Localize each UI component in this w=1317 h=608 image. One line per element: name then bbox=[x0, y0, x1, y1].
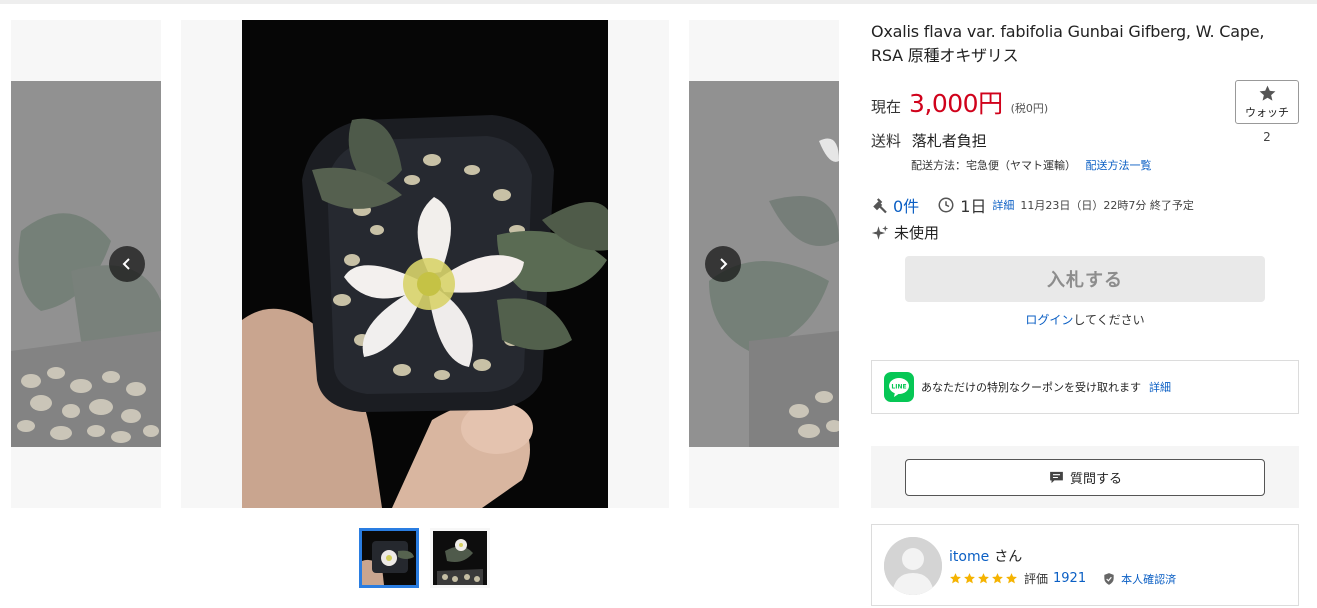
line-coupon-text: あなただけの特別なクーポンを受け取れます bbox=[921, 381, 1141, 394]
chevron-left-icon bbox=[122, 258, 130, 270]
line-coupon-detail-link[interactable]: 詳細 bbox=[1149, 379, 1171, 395]
rating-star-icon bbox=[992, 573, 1003, 584]
shipping-label: 送料 bbox=[871, 132, 902, 150]
line-coupon-banner[interactable]: LINE あなただけの特別なクーポンを受け取れます 詳細 bbox=[871, 360, 1299, 414]
shipping-method-text: 配送方法：宅急便（ヤマト運輸） bbox=[911, 159, 1076, 172]
rating-star-icon bbox=[978, 573, 989, 584]
bid-button[interactable]: 入札する bbox=[905, 256, 1265, 302]
shield-check-icon bbox=[1104, 572, 1114, 585]
time-left: 1日 bbox=[960, 197, 987, 216]
login-prompt: ログインしてください bbox=[871, 311, 1299, 328]
clock-icon bbox=[938, 197, 954, 213]
star-icon bbox=[1259, 85, 1275, 101]
seller-avatar[interactable] bbox=[884, 537, 942, 595]
watch-button[interactable]: ウォッチ bbox=[1235, 80, 1299, 124]
ask-question-button[interactable]: 質問する bbox=[905, 459, 1265, 496]
watch-count: 2 bbox=[1263, 130, 1271, 144]
end-time-detail-link[interactable]: 詳細 bbox=[992, 197, 1014, 213]
end-time-text: 11月23日（日）22時7分 終了予定 bbox=[1020, 199, 1194, 212]
ask-question-label: 質問する bbox=[1069, 472, 1122, 487]
current-price: 3,000円 bbox=[909, 89, 1003, 118]
gallery-slide-current[interactable] bbox=[181, 20, 669, 508]
main-product-photo bbox=[242, 20, 608, 508]
shipping-method-link[interactable]: 配送方法一覧 bbox=[1086, 159, 1152, 172]
rating-star-icon bbox=[950, 573, 961, 584]
seller-name-row: itome さん bbox=[949, 546, 1022, 566]
gavel-icon bbox=[873, 198, 887, 214]
chat-bubble-icon bbox=[1050, 471, 1063, 484]
question-section: 質問する bbox=[871, 446, 1299, 508]
seller-honorific: さん bbox=[994, 549, 1023, 565]
rating-star-icon bbox=[1006, 573, 1017, 584]
login-suffix: してください bbox=[1073, 313, 1145, 327]
thumbnail-1[interactable] bbox=[359, 528, 419, 588]
line-logo-icon: LINE bbox=[884, 372, 914, 402]
watch-label: ウォッチ bbox=[1245, 106, 1289, 119]
rating-star-icon bbox=[964, 573, 975, 584]
shipping-value: 落札者負担 bbox=[911, 132, 987, 150]
auction-stats-row: 0件 1日 詳細 11月23日（日）22時7分 終了予定 bbox=[871, 193, 1194, 217]
gallery-thumbnails bbox=[359, 528, 490, 588]
seller-card: itome さん 評価 1921 本人確認済 bbox=[871, 524, 1299, 606]
price-tax: (税0円) bbox=[1010, 102, 1049, 115]
price-label: 現在 bbox=[871, 98, 902, 116]
top-divider bbox=[0, 0, 1317, 4]
chevron-right-icon bbox=[720, 258, 728, 270]
shipping-row: 送料 落札者負担 bbox=[871, 130, 987, 151]
seller-name-link[interactable]: itome bbox=[949, 549, 989, 565]
item-title: Oxalis flava var. fabifolia Gunbai Gifbe… bbox=[871, 22, 1265, 65]
rating-label: 評価 bbox=[1024, 572, 1049, 586]
gallery-prev-button[interactable] bbox=[109, 246, 145, 282]
price-row: 現在 3,000円 (税0円) bbox=[871, 84, 1048, 120]
identity-verified-badge[interactable]: 本人確認済 bbox=[1102, 571, 1176, 587]
shipping-method: 配送方法：宅急便（ヤマト運輸） 配送方法一覧 bbox=[911, 157, 1152, 173]
thumbnail-2[interactable] bbox=[430, 528, 490, 588]
gallery-next-button[interactable] bbox=[705, 246, 741, 282]
rating-stars bbox=[949, 572, 1019, 585]
bid-count[interactable]: 0件 bbox=[893, 193, 919, 217]
sparkle-icon bbox=[871, 225, 889, 240]
seller-rating-row: 評価 1921 本人確認済 bbox=[949, 570, 1176, 587]
item-condition: 未使用 bbox=[894, 224, 940, 242]
svg-text:LINE: LINE bbox=[891, 384, 906, 391]
identity-verified-label: 本人確認済 bbox=[1121, 572, 1177, 586]
condition-row: 未使用 bbox=[871, 222, 939, 243]
rating-count-link[interactable]: 1921 bbox=[1053, 571, 1086, 586]
login-link[interactable]: ログイン bbox=[1025, 313, 1073, 327]
